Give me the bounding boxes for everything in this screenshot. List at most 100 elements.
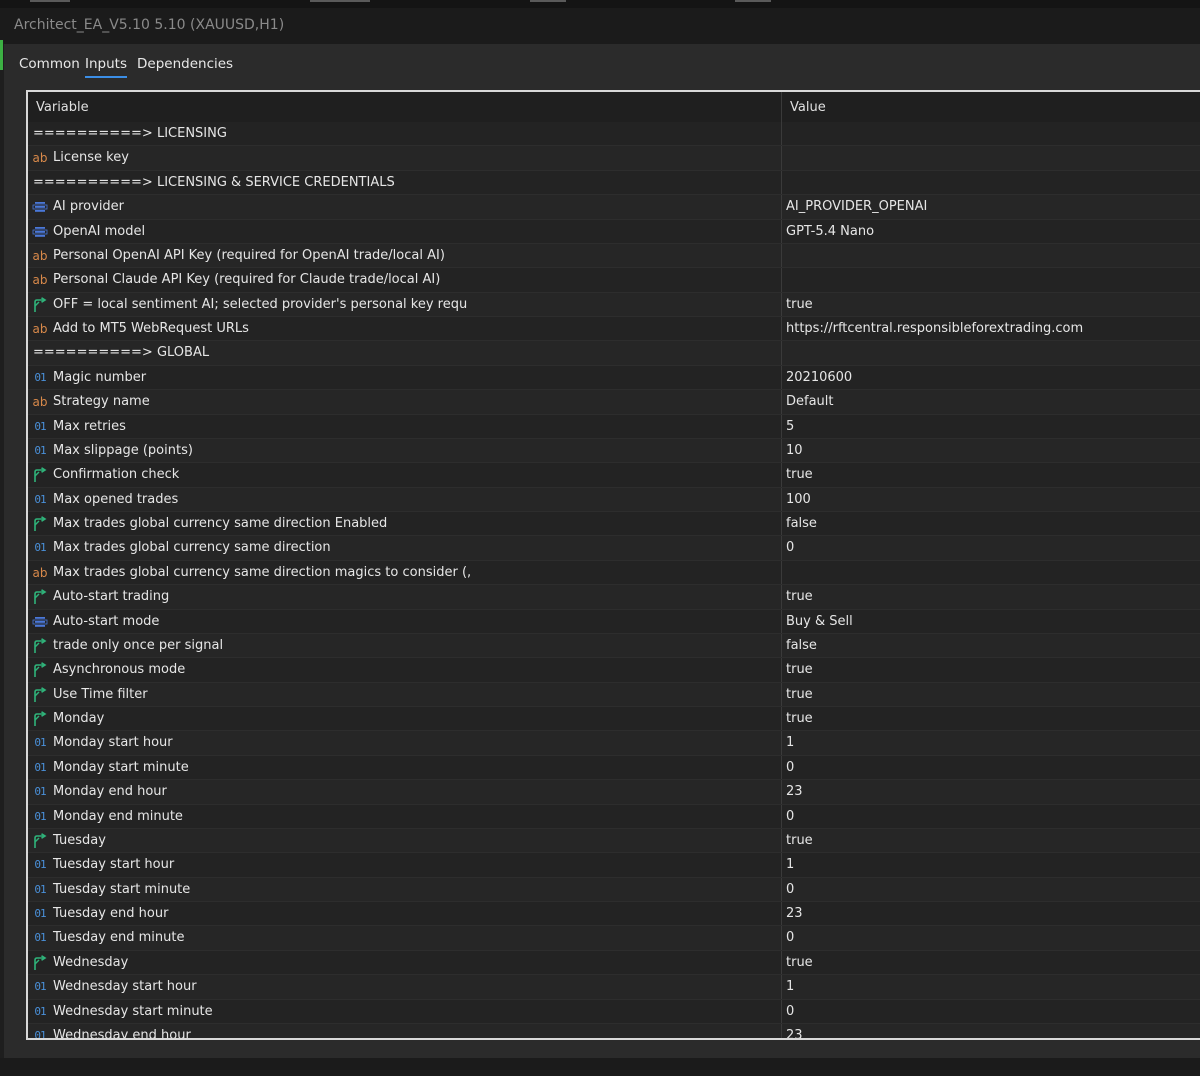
cell-divider: [781, 853, 782, 877]
integer-type-icon: 01: [34, 785, 46, 799]
input-row[interactable]: 01 Monday start minute 0: [28, 755, 1200, 781]
dialog-titlebar[interactable]: Architect_EA_V5.10 5.10 (XAUUSD,H1): [0, 8, 1200, 44]
value-cell[interactable]: 100: [786, 492, 811, 507]
input-row[interactable]: 01 Wednesday end hour 23: [28, 1023, 1200, 1038]
input-row[interactable]: ab Strategy name Default: [28, 390, 1200, 415]
boolean-type-icon: [32, 711, 48, 727]
input-row[interactable]: 01 Tuesday start minute 0: [28, 877, 1200, 902]
input-row[interactable]: Asynchronous mode true: [28, 658, 1200, 683]
value-cell[interactable]: Buy & Sell: [786, 614, 853, 629]
value-cell[interactable]: 0: [786, 1004, 794, 1019]
cell-divider: [781, 317, 782, 341]
value-cell[interactable]: false: [786, 516, 817, 531]
input-row[interactable]: 01 Monday start hour 1: [28, 731, 1200, 756]
tab-common[interactable]: Common: [19, 56, 80, 76]
value-cell[interactable]: Default: [786, 394, 834, 409]
input-row[interactable]: trade only once per signal false: [28, 633, 1200, 659]
value-cell[interactable]: https://rftcentral.responsibleforextradi…: [786, 321, 1083, 336]
section-row[interactable]: ==========> LICENSING: [28, 122, 1200, 147]
input-row[interactable]: Wednesday true: [28, 950, 1200, 976]
input-row[interactable]: ab Add to MT5 WebRequest URLs https://rftc…: [28, 317, 1200, 342]
input-row[interactable]: AI provider AI_PROVIDER_OPENAI: [28, 195, 1200, 220]
input-row[interactable]: ab License key: [28, 146, 1200, 171]
input-row[interactable]: Auto-start trading true: [28, 585, 1200, 610]
input-row[interactable]: Tuesday true: [28, 828, 1200, 854]
input-row[interactable]: Use Time filter true: [28, 682, 1200, 707]
left-accent: [0, 40, 3, 70]
variable-name: Tuesday end hour: [53, 906, 169, 921]
value-cell[interactable]: 23: [786, 1028, 803, 1038]
tab-dependencies[interactable]: Dependencies: [137, 56, 233, 76]
value-cell[interactable]: 0: [786, 540, 794, 555]
integer-type-icon: 01: [34, 907, 46, 920]
column-divider[interactable]: [781, 92, 782, 122]
column-header-variable[interactable]: Variable: [36, 100, 89, 115]
value-cell[interactable]: 0: [786, 930, 794, 945]
input-row[interactable]: Max trades global currency same directio…: [28, 512, 1200, 537]
integer-type-icon: 01: [34, 492, 46, 506]
input-row[interactable]: 01 Tuesday start hour 1: [28, 853, 1200, 878]
variable-name: Asynchronous mode: [53, 662, 186, 678]
value-cell[interactable]: false: [786, 638, 817, 653]
top-strip: [0, 0, 1200, 8]
value-cell[interactable]: 1: [786, 857, 794, 872]
value-cell[interactable]: AI_PROVIDER_OPENAI: [786, 199, 927, 214]
value-cell[interactable]: 10: [786, 443, 803, 458]
cell-divider: [781, 195, 782, 219]
input-row[interactable]: 01 Max trades global currency same direct…: [28, 536, 1200, 561]
section-row[interactable]: ==========> GLOBAL: [28, 341, 1200, 366]
input-row[interactable]: 01 Wednesday start hour 1: [28, 975, 1200, 1000]
input-row[interactable]: 01 Magic number 20210600: [28, 365, 1200, 391]
input-row[interactable]: 01 Wednesday start minute 0: [28, 999, 1200, 1024]
cell-divider: [781, 219, 782, 243]
value-cell[interactable]: 5: [786, 419, 794, 434]
value-cell[interactable]: 0: [786, 809, 794, 824]
cell-divider: [781, 1023, 782, 1038]
input-row[interactable]: 01 Max retries 5: [28, 414, 1200, 439]
input-row[interactable]: 01 Monday end hour 23: [28, 780, 1200, 805]
input-row[interactable]: Monday true: [28, 707, 1200, 732]
input-row[interactable]: 01 Max opened trades 100: [28, 487, 1200, 512]
input-row[interactable]: 01 Max slippage (points) 10: [28, 438, 1200, 464]
value-cell[interactable]: 0: [786, 882, 794, 897]
input-row[interactable]: 01 Tuesday end minute 0: [28, 926, 1200, 951]
value-cell[interactable]: true: [786, 955, 813, 970]
boolean-type-icon: [32, 686, 48, 703]
value-cell[interactable]: 23: [786, 906, 803, 921]
input-row[interactable]: OFF = local sentiment AI; selected provi…: [28, 292, 1200, 317]
tab-inputs[interactable]: Inputs: [85, 56, 127, 78]
value-cell[interactable]: true: [786, 711, 813, 726]
value-cell[interactable]: true: [786, 297, 813, 312]
value-cell[interactable]: true: [786, 687, 813, 702]
input-row[interactable]: ab Personal OpenAI API Key (required for …: [28, 243, 1200, 269]
value-cell[interactable]: true: [786, 833, 813, 848]
section-row[interactable]: ==========> LICENSING & SERVICE CREDENTI…: [28, 170, 1200, 196]
cell-divider: [781, 755, 782, 780]
column-header-value[interactable]: Value: [790, 100, 826, 115]
value-cell[interactable]: GPT-5.4 Nano: [786, 224, 874, 239]
value-cell[interactable]: true: [786, 589, 813, 604]
value-cell[interactable]: true: [786, 467, 813, 482]
inputs-grid[interactable]: Variable Value ==========> LICENSING ab Li…: [26, 90, 1200, 1040]
input-row[interactable]: 01 Tuesday end hour 23: [28, 902, 1200, 927]
value-cell[interactable]: 1: [786, 735, 794, 750]
variable-name: License key: [53, 150, 129, 166]
value-cell[interactable]: 0: [786, 760, 794, 775]
input-row[interactable]: ab Personal Claude API Key (required for …: [28, 268, 1200, 293]
input-row[interactable]: OpenAI model GPT-5.4 Nano: [28, 219, 1200, 244]
variable-name: Use Time filter: [53, 686, 148, 702]
value-cell[interactable]: true: [786, 662, 813, 677]
cell-divider: [781, 877, 782, 901]
value-cell[interactable]: 20210600: [786, 370, 852, 385]
value-cell[interactable]: 1: [786, 979, 794, 994]
cell-divider: [781, 268, 782, 292]
input-row[interactable]: Auto-start mode Buy & Sell: [28, 609, 1200, 634]
input-row[interactable]: ab Max trades global currency same direct…: [28, 560, 1200, 586]
cell-divider: [781, 463, 782, 487]
tab-bar: Common Inputs Dependencies: [4, 44, 1200, 84]
input-row[interactable]: 01 Monday end minute 0: [28, 804, 1200, 829]
variable-name: Personal OpenAI API Key (required for Op…: [53, 247, 445, 263]
cell-divider: [781, 365, 782, 390]
value-cell[interactable]: 23: [786, 784, 803, 799]
input-row[interactable]: Confirmation check true: [28, 463, 1200, 488]
